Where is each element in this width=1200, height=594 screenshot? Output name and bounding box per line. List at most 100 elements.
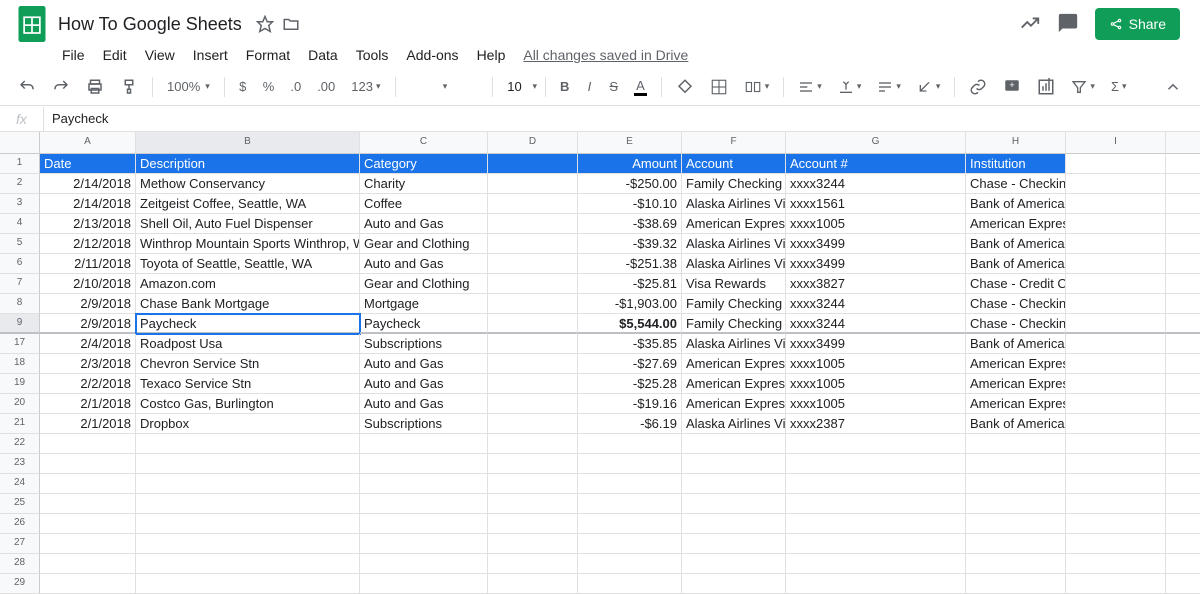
row-header[interactable]: 6 bbox=[0, 254, 40, 274]
cell[interactable] bbox=[1066, 554, 1166, 574]
cell[interactable] bbox=[488, 354, 578, 374]
row-header[interactable]: 20 bbox=[0, 394, 40, 414]
cell[interactable] bbox=[1066, 514, 1166, 534]
cell[interactable]: Costco Gas, Burlington bbox=[136, 394, 360, 414]
cell[interactable]: 2/9/2018 bbox=[40, 294, 136, 314]
cell[interactable] bbox=[1166, 254, 1200, 274]
cell[interactable]: 2/2/2018 bbox=[40, 374, 136, 394]
cell[interactable]: Family Checking bbox=[682, 174, 786, 194]
text-color-icon[interactable]: A bbox=[628, 74, 653, 100]
cell[interactable]: 2/3/2018 bbox=[40, 354, 136, 374]
cell[interactable] bbox=[1166, 394, 1200, 414]
cell[interactable]: Alaska Airlines Visa bbox=[682, 414, 786, 434]
cell[interactable] bbox=[360, 554, 488, 574]
cell[interactable]: 2/10/2018 bbox=[40, 274, 136, 294]
cell[interactable] bbox=[488, 414, 578, 434]
cell[interactable]: Chase - Credit Card bbox=[966, 274, 1066, 294]
cell[interactable]: Gear and Clothing bbox=[360, 234, 488, 254]
cell[interactable] bbox=[488, 454, 578, 474]
cell[interactable] bbox=[1166, 174, 1200, 194]
cell[interactable]: Gear and Clothing bbox=[360, 274, 488, 294]
undo-icon[interactable] bbox=[12, 74, 42, 100]
row-header[interactable]: 2 bbox=[0, 174, 40, 194]
cell[interactable] bbox=[360, 474, 488, 494]
cell[interactable] bbox=[682, 494, 786, 514]
cell[interactable] bbox=[1166, 494, 1200, 514]
cell[interactable] bbox=[40, 514, 136, 534]
cell[interactable]: Subscriptions bbox=[360, 414, 488, 434]
trend-icon[interactable] bbox=[1019, 12, 1041, 37]
cell[interactable]: Methow Conservancy bbox=[136, 174, 360, 194]
cell[interactable]: 2/4/2018 bbox=[40, 334, 136, 354]
cell[interactable] bbox=[488, 334, 578, 354]
cell[interactable]: xxxx1005 bbox=[786, 374, 966, 394]
cell[interactable] bbox=[136, 554, 360, 574]
cell[interactable] bbox=[1066, 454, 1166, 474]
cell[interactable] bbox=[40, 574, 136, 594]
horizontal-align-icon[interactable] bbox=[792, 75, 828, 99]
header-cell[interactable]: Account # bbox=[786, 154, 966, 174]
cell[interactable]: xxxx3499 bbox=[786, 334, 966, 354]
cell[interactable]: Bank of America - Credit Card bbox=[966, 234, 1066, 254]
cell[interactable] bbox=[488, 214, 578, 234]
cell[interactable]: $5,544.00 bbox=[578, 314, 682, 334]
select-all-corner[interactable] bbox=[0, 132, 40, 154]
cell[interactable] bbox=[1066, 194, 1166, 214]
cell[interactable] bbox=[1166, 514, 1200, 534]
cell[interactable] bbox=[488, 514, 578, 534]
cell[interactable] bbox=[488, 494, 578, 514]
cell[interactable] bbox=[1166, 274, 1200, 294]
cell[interactable] bbox=[1166, 534, 1200, 554]
row-header[interactable]: 19 bbox=[0, 374, 40, 394]
column-header[interactable]: E bbox=[578, 132, 682, 154]
currency-icon[interactable]: $ bbox=[233, 75, 253, 98]
cell[interactable]: 2/12/2018 bbox=[40, 234, 136, 254]
cell[interactable] bbox=[682, 534, 786, 554]
cell[interactable] bbox=[1166, 234, 1200, 254]
cell[interactable] bbox=[1066, 254, 1166, 274]
cell[interactable]: Family Checking bbox=[682, 294, 786, 314]
cell[interactable]: Coffee bbox=[360, 194, 488, 214]
cell[interactable]: Auto and Gas bbox=[360, 254, 488, 274]
cell[interactable] bbox=[1066, 434, 1166, 454]
menu-addons[interactable]: Add-ons bbox=[398, 43, 466, 67]
redo-icon[interactable] bbox=[46, 74, 76, 100]
cell[interactable]: -$25.28 bbox=[578, 374, 682, 394]
cell[interactable]: -$250.00 bbox=[578, 174, 682, 194]
cell[interactable]: American Express bbox=[682, 214, 786, 234]
cell[interactable] bbox=[360, 514, 488, 534]
column-header[interactable]: H bbox=[966, 132, 1066, 154]
cell[interactable]: 2/11/2018 bbox=[40, 254, 136, 274]
cell[interactable]: Auto and Gas bbox=[360, 374, 488, 394]
cell[interactable]: Amazon.com bbox=[136, 274, 360, 294]
cell[interactable]: -$251.38 bbox=[578, 254, 682, 274]
header-cell[interactable]: Institution bbox=[966, 154, 1066, 174]
cell[interactable] bbox=[786, 454, 966, 474]
column-header[interactable]: I bbox=[1066, 132, 1166, 154]
row-header[interactable]: 4 bbox=[0, 214, 40, 234]
italic-icon[interactable]: I bbox=[579, 75, 599, 98]
cell[interactable] bbox=[488, 574, 578, 594]
cell[interactable] bbox=[360, 454, 488, 474]
cell[interactable]: -$19.16 bbox=[578, 394, 682, 414]
cell[interactable]: Alaska Airlines Visa bbox=[682, 194, 786, 214]
cell[interactable]: 2/1/2018 bbox=[40, 414, 136, 434]
cell[interactable]: Toyota of Seattle, Seattle, WA bbox=[136, 254, 360, 274]
cell[interactable]: Dropbox bbox=[136, 414, 360, 434]
cell[interactable] bbox=[360, 494, 488, 514]
cell[interactable] bbox=[488, 314, 578, 334]
row-header[interactable]: 9 bbox=[0, 314, 40, 334]
cell[interactable]: xxxx3499 bbox=[786, 254, 966, 274]
cell[interactable] bbox=[1066, 574, 1166, 594]
decrease-decimal-icon[interactable]: .0 bbox=[284, 75, 307, 98]
menu-tools[interactable]: Tools bbox=[348, 43, 397, 67]
cell[interactable] bbox=[136, 494, 360, 514]
cell[interactable]: -$39.32 bbox=[578, 234, 682, 254]
cell[interactable] bbox=[682, 454, 786, 474]
cell[interactable]: 2/9/2018 bbox=[40, 314, 136, 334]
row-header[interactable]: 18 bbox=[0, 354, 40, 374]
cell[interactable] bbox=[488, 474, 578, 494]
header-cell[interactable] bbox=[488, 154, 578, 174]
cell[interactable]: Subscriptions bbox=[360, 334, 488, 354]
cell[interactable] bbox=[488, 394, 578, 414]
